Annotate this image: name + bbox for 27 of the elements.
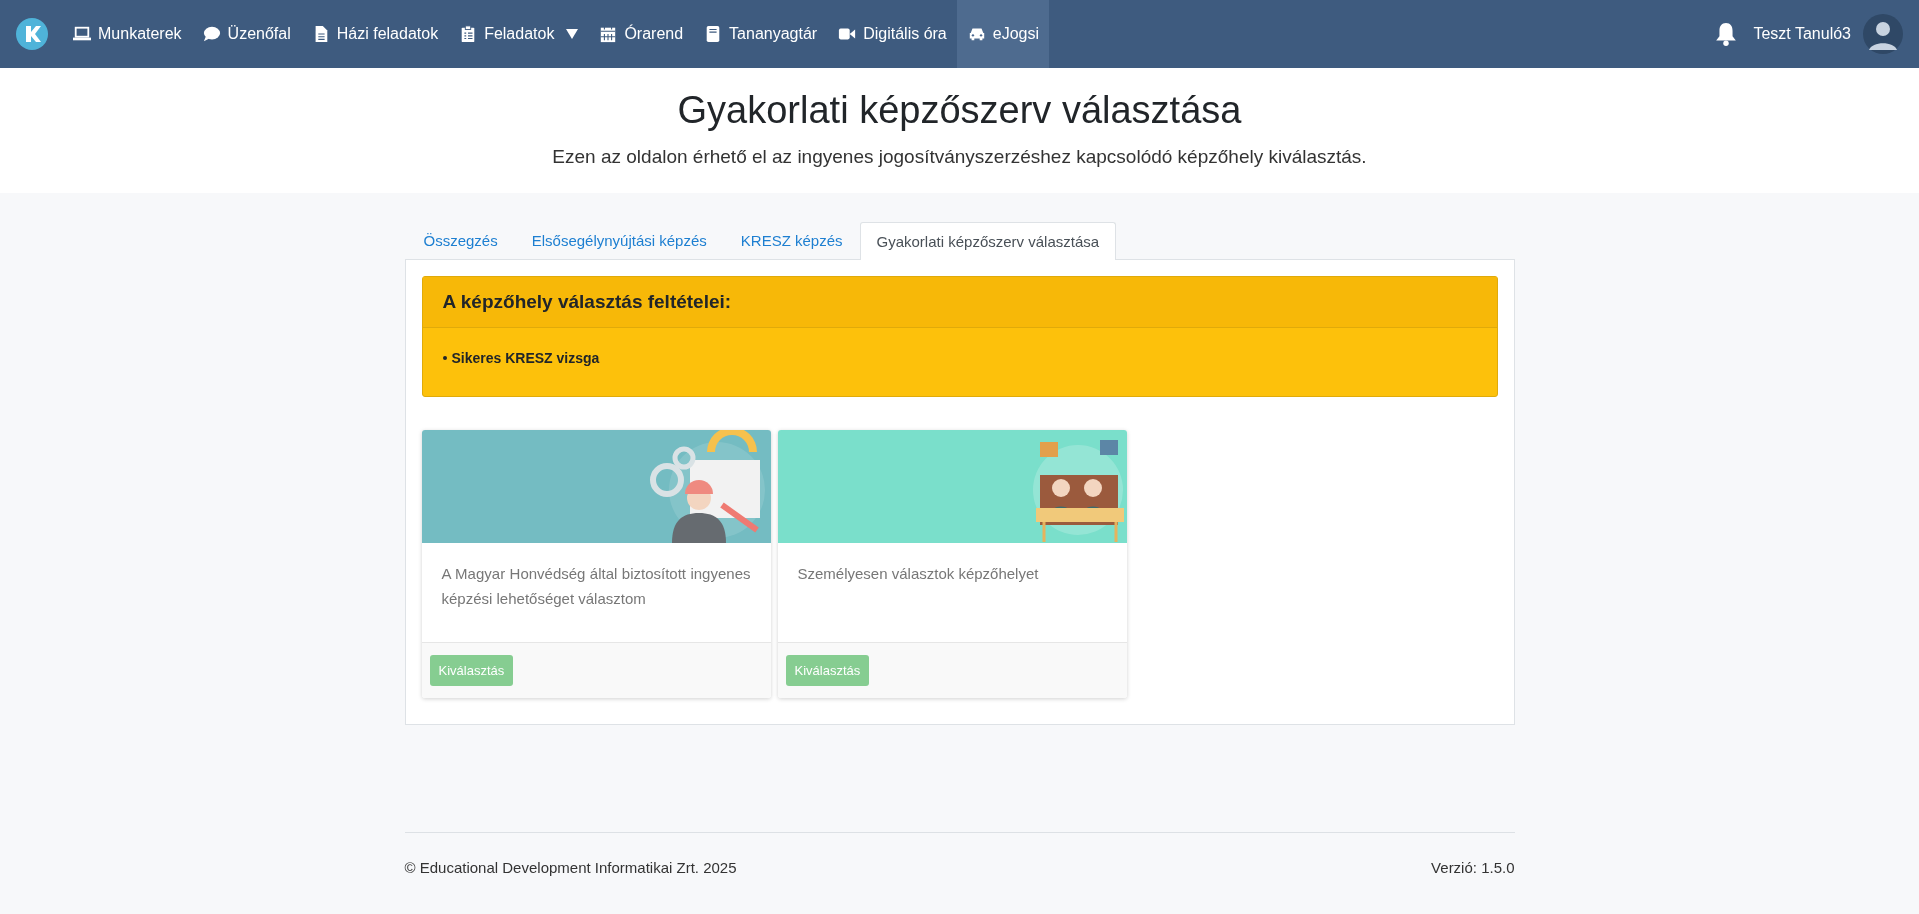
bullet-icon (442, 356, 447, 360)
tab[interactable]: Összegzés (406, 221, 515, 259)
nav-link[interactable]: Üzenőfal (191, 0, 301, 68)
nav-link[interactable]: Munkaterek (62, 0, 192, 68)
chat-icon (201, 25, 222, 43)
nav-link[interactable]: Házi feladatok (300, 0, 449, 68)
condition-item: Sikeres KRESZ vizsga (451, 350, 600, 366)
copyright-text: © Educational Development Informatikai Zrt. 2025 (404, 859, 737, 878)
option-description: Személyesen választok képzőhelyet (797, 564, 1040, 584)
option-description: A Magyar Honvédség által biztosított ingyenes képzési lehetőséget választom (441, 564, 751, 609)
version-text: Verzió: 1.5.0 (1431, 859, 1515, 878)
page-title: Gyakorlati képzőszerv választása (676, 88, 1243, 133)
nav-link[interactable]: Feladatok (448, 0, 589, 68)
tab[interactable]: Gyakorlati képzőszerv választása (859, 222, 1117, 260)
nav-link[interactable]: Tananyagtár (693, 0, 828, 68)
tab[interactable]: KRESZ képzés (723, 221, 860, 259)
user-name[interactable]: Teszt Tanuló3 (1753, 25, 1851, 43)
conditions-title: A képzőhely választás feltételei: (442, 291, 732, 312)
logo-icon[interactable] (16, 18, 48, 50)
bell-icon[interactable] (1715, 22, 1738, 46)
nav-link[interactable]: Órarend (588, 0, 694, 68)
nav-link[interactable]: Digitális óra (827, 0, 957, 68)
nav-link[interactable]: eJogsi (956, 0, 1049, 68)
page-subtitle: Ezen az oldalon érhető el az ingyenes jogosítványszerzéshez kapcsolódó képzőhely kiválasztás. (551, 145, 1368, 168)
tab[interactable]: Elsősegélynyújtási képzés (514, 221, 724, 259)
avatar-icon[interactable] (1863, 14, 1903, 54)
laptop-icon (72, 25, 92, 43)
